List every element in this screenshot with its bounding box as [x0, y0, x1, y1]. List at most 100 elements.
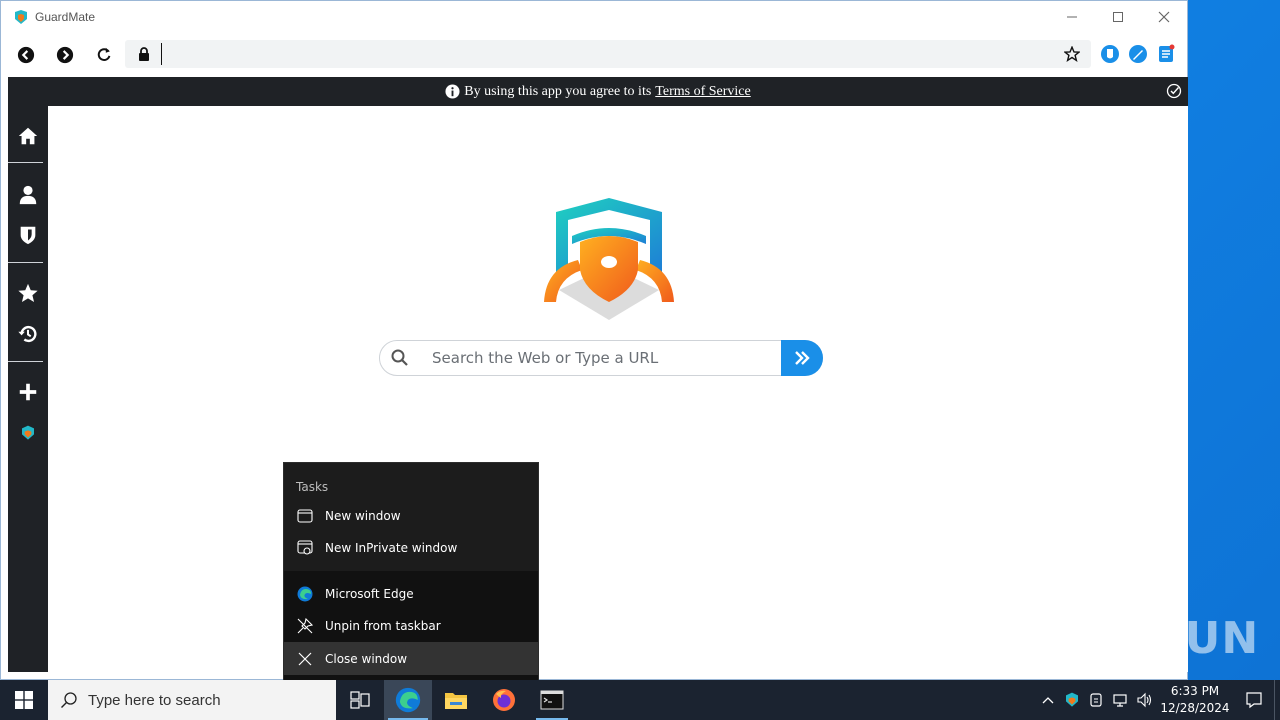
lock-icon [139, 47, 149, 61]
tray-network[interactable] [1108, 680, 1132, 720]
sidebar [8, 106, 48, 672]
network-icon [1113, 694, 1127, 707]
new-window-label: New window [325, 508, 401, 523]
sidebar-item-history[interactable] [8, 318, 48, 350]
shield-extension-icon [1101, 45, 1119, 63]
jump-list-header: Tasks [296, 480, 329, 494]
taskbar-search-box[interactable]: Type here to search [48, 680, 336, 720]
task-view-icon [350, 691, 370, 709]
bookmark-button[interactable] [1061, 43, 1083, 65]
taskbar: Type here to search 6:33 PM 12/28/2024 [0, 680, 1280, 720]
edge-icon [297, 586, 313, 601]
info-icon [445, 84, 460, 99]
favorites-icon [18, 283, 38, 302]
forward-button[interactable] [48, 38, 82, 72]
history-icon [18, 325, 37, 343]
sidebar-item-favorites[interactable] [8, 277, 48, 309]
guardmate-tray-icon [1066, 692, 1078, 707]
search-go-button[interactable] [781, 340, 823, 376]
check-circle-icon[interactable] [1166, 83, 1182, 99]
microsoft-edge-item[interactable]: Microsoft Edge [284, 578, 538, 609]
file-explorer-icon [445, 693, 467, 709]
clock[interactable]: 6:33 PM 12/28/2024 [1156, 683, 1234, 717]
search-icon [61, 692, 77, 708]
guardmate-icon [22, 425, 34, 440]
clock-time: 6:33 PM [1170, 684, 1220, 698]
close-button[interactable] [1141, 1, 1187, 33]
terms-notice-bar: By using this app you agree to its Terms… [8, 77, 1188, 106]
notes-extension-button[interactable] [1155, 43, 1177, 65]
minimize-button[interactable] [1049, 1, 1095, 33]
new-window-item[interactable]: New window [284, 500, 538, 531]
new-inprivate-window-item[interactable]: New InPrivate window [284, 532, 538, 563]
windows-logo-icon [15, 691, 33, 709]
edge-jump-list: Tasks New window New InPrivate window Mi… [283, 462, 539, 681]
sidebar-item-home[interactable] [8, 120, 48, 152]
maximize-button[interactable] [1095, 1, 1141, 33]
forward-icon [56, 46, 74, 64]
sidebar-divider [8, 361, 43, 362]
double-chevron-right-icon [795, 351, 810, 365]
tray-device[interactable] [1084, 680, 1108, 720]
new-inprivate-window-label: New InPrivate window [325, 540, 458, 555]
url-input[interactable] [161, 43, 1011, 65]
jump-list-actions: Microsoft Edge Unpin from taskbar Close … [284, 571, 538, 681]
shield-icon [20, 226, 36, 245]
profile-icon [19, 185, 37, 205]
taskbar-firefox[interactable] [480, 680, 528, 720]
sidebar-item-add[interactable] [8, 376, 48, 408]
firefox-icon [493, 689, 515, 711]
microsoft-edge-label: Microsoft Edge [325, 586, 414, 601]
system-tray: 6:33 PM 12/28/2024 [1036, 680, 1280, 720]
taskbar-terminal[interactable] [528, 680, 576, 720]
paint-extension-icon [1129, 45, 1147, 63]
reload-icon [97, 47, 111, 61]
window-icon [297, 508, 313, 523]
close-window-item[interactable]: Close window [284, 642, 538, 675]
add-icon [19, 383, 37, 401]
shield-extension-button[interactable] [1099, 43, 1121, 65]
window-title: GuardMate [35, 10, 96, 24]
address-bar[interactable] [125, 40, 1091, 68]
title-bar: GuardMate [1, 1, 1187, 33]
terms-of-service-link[interactable]: Terms of Service [655, 84, 750, 100]
edge-icon [395, 687, 421, 713]
paint-extension-button[interactable] [1127, 43, 1149, 65]
notification-icon [1246, 692, 1262, 709]
sidebar-item-protection[interactable] [8, 219, 48, 251]
volume-icon [1137, 692, 1152, 708]
sidebar-divider [8, 162, 43, 163]
task-view-button[interactable] [336, 680, 384, 720]
guardmate-logo-icon [544, 198, 674, 320]
start-button[interactable] [0, 680, 48, 720]
taskbar-search-placeholder: Type here to search [88, 691, 221, 709]
reload-button[interactable] [87, 38, 121, 72]
new-tab-page [48, 106, 1188, 672]
unpin-from-taskbar-item[interactable]: Unpin from taskbar [284, 610, 538, 641]
notes-extension-icon [1159, 44, 1175, 62]
sidebar-item-guardmate[interactable] [8, 417, 48, 449]
taskbar-file-explorer[interactable] [432, 680, 480, 720]
tray-guardmate[interactable] [1060, 680, 1084, 720]
notification-center-button[interactable] [1234, 680, 1274, 720]
star-outline-icon [1064, 46, 1080, 62]
search-input[interactable] [432, 343, 772, 373]
inprivate-icon [297, 539, 313, 555]
device-icon [1090, 693, 1102, 707]
terms-notice-text: By using this app you agree to its [464, 83, 652, 99]
guardmate-app-icon [15, 10, 27, 24]
taskbar-edge[interactable] [384, 680, 432, 720]
close-window-label: Close window [325, 651, 408, 666]
tray-volume[interactable] [1132, 680, 1156, 720]
search-box[interactable] [379, 340, 823, 376]
unpin-icon [297, 617, 313, 633]
unpin-from-taskbar-label: Unpin from taskbar [325, 618, 441, 633]
back-button[interactable] [9, 38, 43, 72]
navigation-bar [1, 33, 1187, 77]
clock-date: 12/28/2024 [1160, 701, 1230, 715]
show-desktop-button[interactable] [1274, 680, 1280, 720]
sidebar-item-profile[interactable] [8, 179, 48, 211]
sidebar-divider [8, 262, 43, 263]
show-hidden-icons-button[interactable] [1036, 680, 1060, 720]
search-icon [391, 349, 408, 366]
